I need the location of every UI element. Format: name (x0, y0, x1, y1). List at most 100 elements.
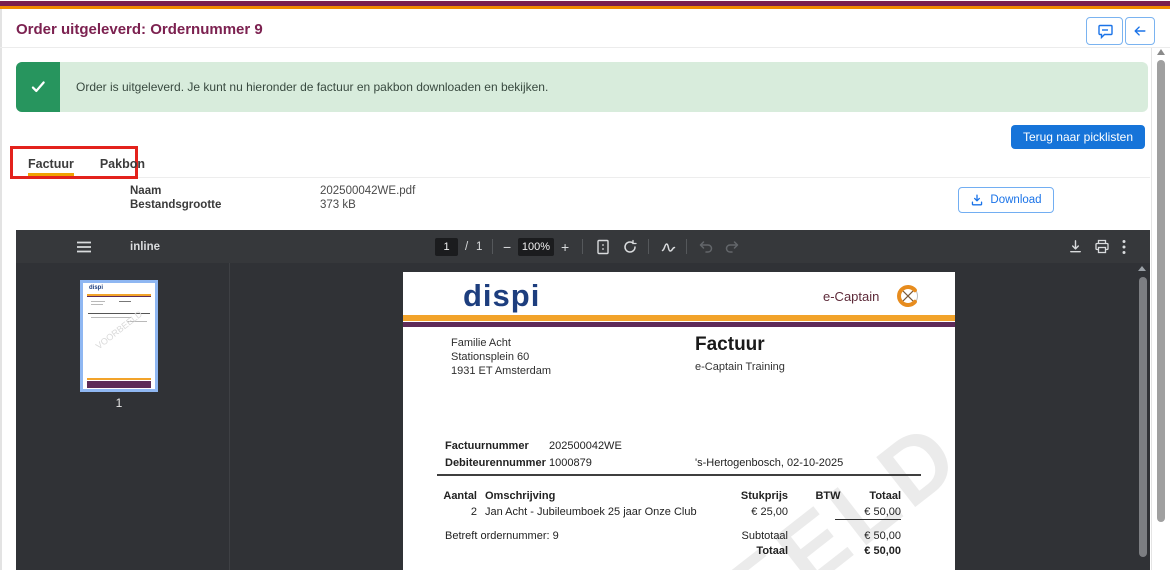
zoom-out-button[interactable]: − (503, 230, 511, 263)
annotate-button[interactable] (660, 230, 677, 263)
pen-squiggle-icon (660, 239, 677, 255)
thumbnail-text-line (119, 301, 131, 302)
recipient-name: Familie Acht (451, 336, 551, 350)
page-scrollbar-thumb[interactable] (1157, 60, 1165, 522)
invoice-orange-bar (403, 315, 955, 321)
comment-button[interactable] (1086, 17, 1123, 45)
tabs-baseline (10, 177, 1150, 178)
thumbnail-text-line (91, 304, 103, 305)
fit-page-button[interactable] (596, 230, 610, 263)
file-size-label: Bestandsgrootte (130, 199, 221, 211)
thumbnail-footer-purple (87, 381, 151, 388)
col-header-unit-price: Stukprijs (683, 490, 788, 502)
tab-pakbon[interactable]: Pakbon (100, 157, 145, 176)
thumbnail-text-line (91, 301, 105, 302)
col-header-qty: Aantal (417, 490, 477, 502)
fit-page-icon (596, 239, 610, 255)
row-unit-price: € 25,00 (683, 506, 788, 518)
totals-separator-line (835, 519, 901, 520)
page-title: Order uitgeleverd: Ordernummer 9 (16, 21, 263, 38)
sidebar-divider (229, 263, 230, 570)
pdf-download-button[interactable] (1068, 230, 1083, 263)
sidebar-toggle-button[interactable] (76, 230, 92, 263)
download-button[interactable]: Download (958, 187, 1054, 213)
page-number-input[interactable]: 1 (435, 230, 458, 263)
order-reference: Betreft ordernummer: 9 (445, 530, 559, 542)
thumbnail-footer-orange (87, 378, 151, 380)
more-options-button[interactable] (1122, 230, 1126, 263)
success-alert: Order is uitgeleverd. Je kunt nu hierond… (16, 62, 1148, 112)
undo-button[interactable] (698, 230, 714, 263)
comment-icon (1097, 23, 1113, 39)
zoom-level-input[interactable]: 100% (518, 230, 554, 263)
place-date: 's-Hertogenbosch, 02-10-2025 (695, 457, 843, 469)
zoom-in-button[interactable]: + (561, 230, 569, 263)
row-total: € 50,00 (823, 506, 901, 518)
download-icon (1068, 239, 1083, 254)
ecaptain-brand: e-Captain (823, 289, 879, 304)
rotate-button[interactable] (622, 230, 638, 263)
print-button[interactable] (1094, 230, 1110, 263)
redo-icon (724, 240, 740, 254)
invoice-number-label: Factuurnummer (445, 440, 529, 452)
file-name-value: 202500042WE.pdf (320, 185, 415, 197)
tabs-annotation-box: Factuur Pakbon (10, 146, 138, 179)
page-total: 1 (476, 230, 482, 263)
total-label: Totaal (683, 545, 788, 557)
row-qty: 2 (417, 506, 477, 518)
recipient-street: Stationsplein 60 (451, 350, 551, 364)
debtor-number-value: 1000879 (549, 457, 592, 469)
check-icon (16, 62, 60, 112)
invoice-purple-bar (403, 322, 955, 327)
file-name-label: Naam (130, 185, 161, 197)
pdf-toolbar: inline 1 / 1 − 100% + (16, 230, 1150, 263)
invoice-title: Factuur (695, 334, 765, 356)
row-description: Jan Acht - Jubileumboek 25 jaar Onze Clu… (485, 506, 697, 518)
invoice-page: VOORBEELD dispi e-Captain Familie Acht S… (403, 272, 955, 570)
col-header-total: Totaal (823, 490, 901, 502)
page-divider: / (465, 230, 468, 263)
toolbar-separator (582, 239, 583, 254)
toolbar-separator (648, 239, 649, 254)
pdf-viewer: inline 1 / 1 − 100% + (16, 230, 1150, 570)
thumbnail-purple-bar (87, 296, 151, 297)
pdf-content-area: dispi VOORBEELD 1 VOORBEELD dispi e-Capt… (16, 263, 1150, 570)
document-title: inline (130, 230, 160, 263)
dispi-logo: dispi (463, 278, 540, 314)
thumbnail-logo: dispi (89, 285, 103, 291)
toolbar-separator (686, 239, 687, 254)
subtotal-value: € 50,00 (823, 530, 901, 542)
rotate-icon (622, 239, 638, 255)
file-size-value: 373 kB (320, 199, 356, 211)
toolbar-separator (492, 239, 493, 254)
arrow-left-icon (1133, 24, 1147, 38)
page-scroll-up-arrow[interactable] (1157, 49, 1165, 55)
header-divider (0, 47, 1170, 48)
recipient-city: 1931 ET Amsterdam (451, 364, 551, 378)
back-button[interactable] (1125, 17, 1155, 45)
undo-icon (698, 240, 714, 254)
back-to-picklists-button[interactable]: Terug naar picklisten (1011, 125, 1145, 149)
thumbnail-page-number: 1 (80, 396, 158, 410)
col-header-description: Omschrijving (485, 490, 555, 502)
subtotal-label: Subtotaal (683, 530, 788, 542)
page-thumbnail[interactable]: dispi VOORBEELD (80, 280, 158, 392)
order-delivered-page: Order uitgeleverd: Ordernummer 9 Order i… (0, 0, 1170, 570)
window-left-edge (0, 9, 2, 570)
recipient-address: Familie Acht Stationsplein 60 1931 ET Am… (451, 336, 551, 378)
pdf-scroll-up-arrow[interactable] (1138, 266, 1146, 271)
content-right-divider (1151, 48, 1152, 570)
kebab-menu-icon (1122, 239, 1126, 255)
brand-bar-orange (0, 6, 1170, 9)
hamburger-icon (76, 240, 92, 254)
pdf-scrollbar-thumb[interactable] (1139, 277, 1147, 557)
redo-button[interactable] (724, 230, 740, 263)
alert-message: Order is uitgeleverd. Je kunt nu hierond… (76, 80, 548, 94)
invoice-subtitle: e-Captain Training (695, 361, 785, 373)
ecaptain-logo-icon (895, 283, 921, 309)
invoice-number-value: 202500042WE (549, 440, 622, 452)
total-value: € 50,00 (823, 545, 901, 557)
thumbnail-watermark: VOORBEELD (81, 299, 157, 361)
printer-icon (1094, 239, 1110, 254)
tab-factuur[interactable]: Factuur (28, 157, 74, 176)
